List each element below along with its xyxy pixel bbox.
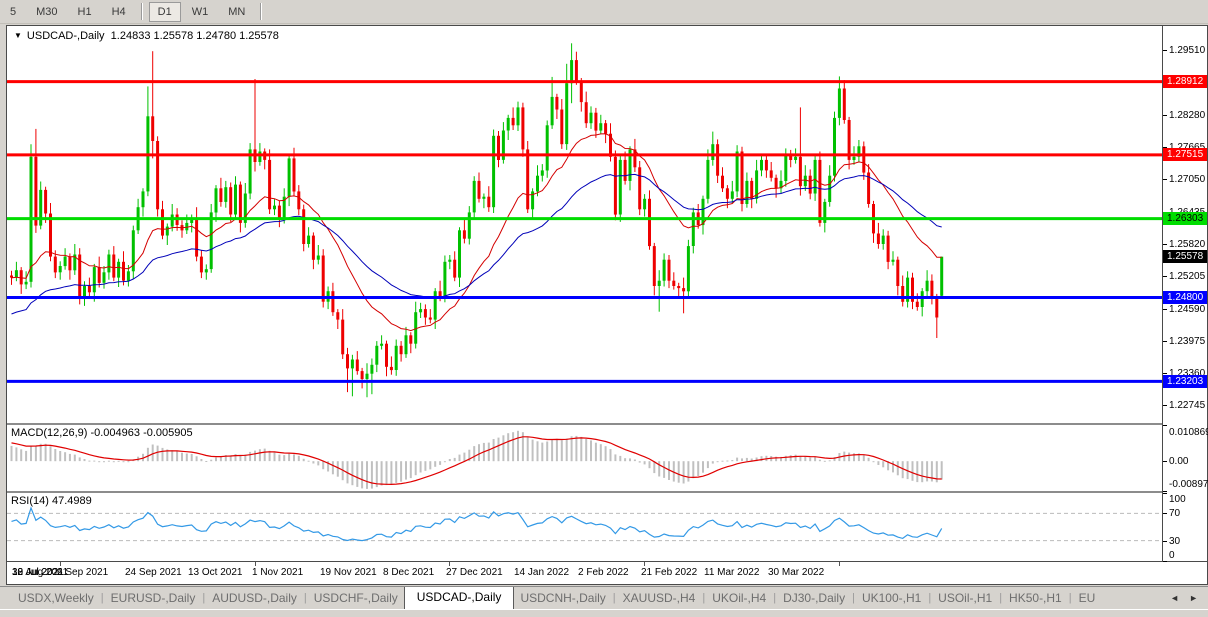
price-badge-1.24800: 1.24800 [1163,291,1207,304]
date-axis: 12 Jul 202130 Jul 202118 Aug 20216 Sep 2… [7,562,1207,584]
price-badge-1.26303: 1.26303 [1163,212,1207,225]
tab-uk100-h1[interactable]: UK100-,H1 [856,588,927,609]
timeframe-button-m30[interactable]: M30 [27,2,66,22]
price-tick-mark [1163,309,1167,310]
date-label: 8 Dec 2021 [383,567,434,578]
timeframe-button-mn[interactable]: MN [219,2,254,22]
tab-eu[interactable]: EU [1073,588,1102,609]
ohlc-quote-label: 1.24833 1.25578 1.24780 1.25578 [111,30,279,42]
chart-menu-icon[interactable]: ▼ [14,31,22,40]
price-tick-mark [1163,115,1167,116]
timeframe-button-h1[interactable]: H1 [69,2,101,22]
date-label: 19 Nov 2021 [320,567,377,578]
tab-ukoil-h4[interactable]: UKOil-,H4 [706,588,772,609]
price-badge-1.27515: 1.27515 [1163,148,1207,161]
macd-tick-label: 0.00 [1169,456,1188,467]
tab-usdcnh-daily[interactable]: USDCNH-,Daily [514,588,611,609]
rsi-tick-label: 100 [1169,494,1186,505]
price-tick-label: 1.25205 [1169,271,1205,282]
date-label: 6 Sep 2021 [57,567,108,578]
macd-signal-line [12,437,942,485]
timeframe-button-w1[interactable]: W1 [183,2,218,22]
date-tick-mark [60,562,61,566]
date-label: 1 Nov 2021 [252,567,303,578]
price-badge-1.28912: 1.28912 [1163,75,1207,88]
tab-scroll-arrows: ◄► [1164,593,1208,609]
toolbar-separator [260,3,262,20]
tab-scroll-right-icon[interactable]: ► [1189,593,1198,603]
rsi-indicator-label: RSI(14) 47.4989 [11,495,92,507]
ma-slow-line [12,174,942,314]
price-tick-mark [1163,276,1167,277]
chart-title: ▼ USDCAD-,Daily 1.24833 1.25578 1.24780 1… [14,30,279,42]
date-label: 11 Mar 2022 [704,567,759,578]
price-tick-label: 1.28280 [1169,110,1205,121]
price-tick-mark [1163,373,1167,374]
timeframe-button-h4[interactable]: H4 [103,2,135,22]
macd-tick-mark [1163,491,1167,492]
price-tick-mark [1163,341,1167,342]
timeframe-toolbar: 5M30H1H4 D1W1MN [0,0,1208,24]
rsi-tick-mark [1163,513,1167,514]
date-tick-mark [255,562,256,566]
rsi-pane-chart[interactable] [7,493,1162,561]
symbol-tab-bar: USDX,Weekly|EURUSD-,Daily|AUDUSD-,Daily|… [0,586,1208,609]
macd-tick-mark [1163,425,1167,426]
tab-eurusd-daily[interactable]: EURUSD-,Daily [105,588,202,609]
price-badge-1.25578: 1.25578 [1163,250,1207,263]
macd-tick-label: -0.008974 [1169,479,1208,490]
macd-indicator-label: MACD(12,26,9) -0.004963 -0.005905 [11,427,193,439]
price-tick-mark [1163,179,1167,180]
price-pane-chart[interactable] [7,26,1162,423]
tab-usoil-h1[interactable]: USOil-,H1 [932,588,998,609]
date-label: 24 Sep 2021 [125,567,182,578]
price-tick-label: 1.27050 [1169,174,1205,185]
rsi-tick-label: 70 [1169,508,1180,519]
date-label: 14 Jan 2022 [514,567,569,578]
price-tick-label: 1.22745 [1169,400,1205,411]
date-label: 27 Dec 2021 [446,567,503,578]
symbol-period-label: USDCAD-,Daily [27,30,105,42]
trading-terminal: 5M30H1H4 D1W1MN ▼ USDCAD-,Daily 1.24833 1.… [0,0,1208,616]
tab-usdchf-daily[interactable]: USDCHF-,Daily [308,588,404,609]
date-tick-mark [644,562,645,566]
date-label: 30 Mar 2022 [768,567,824,578]
price-tick-label: 1.23975 [1169,336,1205,347]
price-tick-label: 1.29510 [1169,45,1205,56]
rsi-tick-label: 0 [1169,550,1175,561]
tab-hk50-h1[interactable]: HK50-,H1 [1003,588,1068,609]
tab-dj30-daily[interactable]: DJ30-,Daily [777,588,851,609]
tab-xauusd-h4[interactable]: XAUUSD-,H4 [617,588,702,609]
rsi-tick-label: 30 [1169,536,1180,547]
toolbar-separator [141,3,143,20]
rsi-tick-mark [1163,493,1167,494]
macd-tick-mark [1163,461,1167,462]
price-tick-mark [1163,244,1167,245]
rsi-line [12,508,942,541]
tab-scroll-left-icon[interactable]: ◄ [1170,593,1179,603]
price-tick-label: 1.24590 [1169,304,1205,315]
price-axis: 1.295101.282801.276651.270501.264351.258… [1163,26,1207,561]
tab-usdx-weekly[interactable]: USDX,Weekly [12,588,100,609]
date-tick-mark [449,562,450,566]
price-tick-mark [1163,405,1167,406]
date-label: 13 Oct 2021 [188,567,242,578]
price-tick-label: 1.25820 [1169,239,1205,250]
ma-fast-line [12,134,942,331]
tab-audusd-daily[interactable]: AUDUSD-,Daily [206,588,303,609]
price-tick-mark [1163,50,1167,51]
tab-usdcad-daily[interactable]: USDCAD-,Daily [404,586,515,609]
macd-tick-label: 0.010869 [1169,427,1208,438]
date-label: 21 Feb 2022 [641,567,697,578]
date-label: 2 Feb 2022 [578,567,629,578]
timeframe-button-5[interactable]: 5 [1,2,25,22]
date-tick-mark [839,562,840,566]
price-badge-1.23203: 1.23203 [1163,375,1207,388]
timeframe-button-d1[interactable]: D1 [149,2,181,22]
chart-window: ▼ USDCAD-,Daily 1.24833 1.25578 1.24780 1… [6,25,1208,585]
rsi-tick-mark [1163,541,1167,542]
